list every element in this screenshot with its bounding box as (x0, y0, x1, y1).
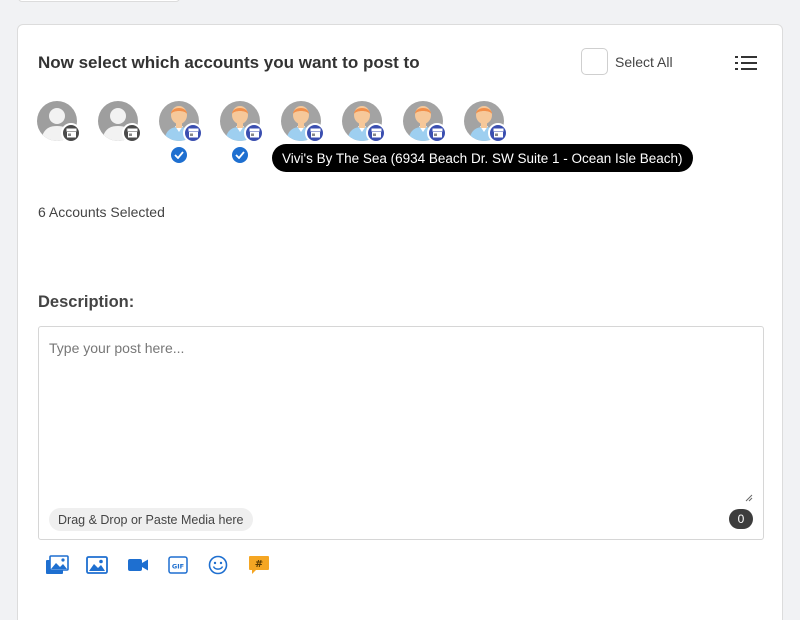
select-all-checkbox[interactable] (581, 48, 608, 75)
gif-icon[interactable]: GIF (165, 553, 191, 577)
description-input[interactable] (39, 327, 763, 497)
account-avatar-item[interactable] (159, 101, 203, 167)
hashtag-icon[interactable]: # (246, 553, 272, 577)
business-store-icon (305, 123, 325, 143)
post-card: Now select which accounts you want to po… (17, 24, 783, 620)
svg-text:#: # (255, 559, 263, 570)
account-avatar-item[interactable] (220, 101, 264, 167)
business-store-icon (427, 123, 447, 143)
select-all-toggle[interactable]: Select All (581, 48, 673, 75)
emoji-icon[interactable] (205, 553, 231, 577)
business-store-icon (122, 123, 142, 143)
selected-count: 6 Accounts Selected (38, 204, 165, 220)
char-count-badge: 0 (729, 509, 753, 529)
select-all-label: Select All (615, 53, 673, 70)
video-icon[interactable] (125, 553, 151, 577)
media-drop-hint[interactable]: Drag & Drop or Paste Media here (49, 508, 253, 531)
description-label: Description: (38, 293, 135, 311)
account-avatar-item[interactable] (37, 101, 81, 167)
resize-handle-icon[interactable] (745, 489, 753, 502)
section-title: Now select which accounts you want to po… (38, 53, 420, 72)
account-avatar-item[interactable] (98, 101, 142, 167)
image-icon[interactable] (84, 553, 110, 577)
svg-text:GIF: GIF (172, 563, 184, 571)
selected-check-icon (171, 147, 187, 163)
top-stub (18, 0, 180, 2)
business-store-icon (244, 123, 264, 143)
business-store-icon (488, 123, 508, 143)
account-tooltip: Vivi's By The Sea (6934 Beach Dr. SW Sui… (272, 144, 693, 172)
selected-check-icon (232, 147, 248, 163)
business-store-icon (183, 123, 203, 143)
gallery-icon[interactable] (44, 553, 70, 577)
business-store-icon (366, 123, 386, 143)
business-store-icon (61, 123, 81, 143)
list-view-icon[interactable] (734, 53, 758, 73)
description-box: Drag & Drop or Paste Media here 0 (38, 326, 764, 540)
